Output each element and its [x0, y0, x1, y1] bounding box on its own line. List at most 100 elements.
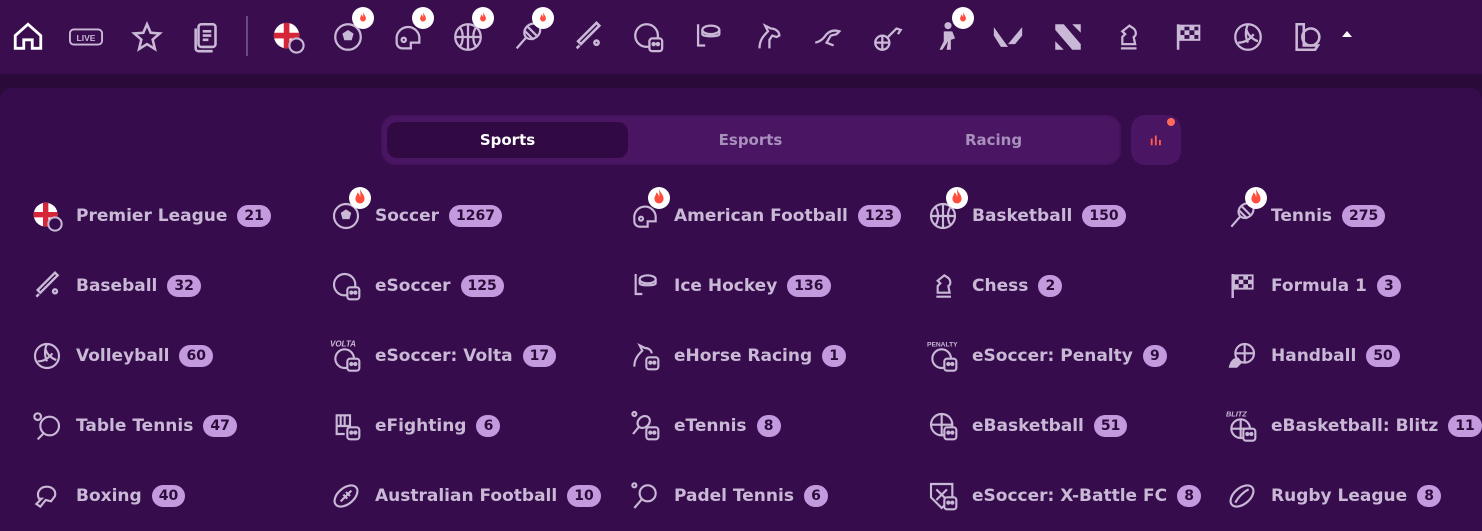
- ebasketball-blitz-icon: BLITZ: [1225, 409, 1259, 443]
- event-count-badge: 50: [1366, 345, 1400, 367]
- checkered-flag-icon: [1225, 269, 1259, 303]
- event-count-badge: 125: [460, 275, 504, 297]
- event-count-badge: 10: [567, 485, 601, 507]
- live-badge-text: LIVE: [77, 33, 96, 43]
- event-count-badge: 275: [1342, 205, 1386, 227]
- trotting-icon[interactable]: [868, 17, 908, 57]
- sport-label: Ice Hockey: [674, 276, 778, 296]
- volleyball-icon[interactable]: [1228, 17, 1268, 57]
- penalty-tag: PENALTY: [927, 342, 958, 349]
- chess-knight-icon[interactable]: [1108, 17, 1148, 57]
- collapse-caret-icon[interactable]: [1339, 26, 1355, 42]
- event-count-badge: 9: [1142, 345, 1167, 367]
- hot-flame-icon: [648, 187, 670, 209]
- sport-item-esoccer[interactable]: eSoccer 125: [329, 266, 629, 306]
- sport-item-table-tennis[interactable]: Table Tennis 47: [30, 406, 330, 446]
- sport-item-tennis[interactable]: Tennis 275: [1225, 187, 1482, 236]
- stats-button[interactable]: [1131, 115, 1181, 165]
- event-count-badge: 136: [787, 275, 831, 297]
- sport-item-handball[interactable]: Handball 50: [1225, 336, 1482, 376]
- valorant-icon[interactable]: [988, 17, 1028, 57]
- sport-item-australian-football[interactable]: Australian Football 10: [329, 476, 629, 516]
- sport-label: Chess: [972, 276, 1029, 296]
- australian-football-icon: [329, 479, 363, 513]
- event-count-badge: 40: [151, 485, 186, 507]
- tab-racing[interactable]: Racing: [873, 122, 1114, 158]
- blitz-tag: BLITZ: [1226, 410, 1247, 419]
- soccer-ball-icon[interactable]: [328, 7, 374, 57]
- esoccer-xbattle-icon: [926, 479, 960, 513]
- basketball-icon[interactable]: [448, 7, 494, 57]
- category-tabs: Sports Esports Racing: [381, 115, 1121, 165]
- tennis-racket-icon: [1225, 187, 1267, 233]
- hot-flame-icon: [349, 187, 371, 209]
- sport-item-ehorse-racing[interactable]: eHorse Racing 1: [628, 336, 928, 376]
- premier-league-flag-icon[interactable]: [268, 17, 308, 57]
- sport-label: Rugby League: [1271, 486, 1408, 506]
- hot-flame-icon: [532, 7, 554, 29]
- sport-label: Formula 1: [1271, 276, 1367, 296]
- baseball-bat-icon: [30, 269, 64, 303]
- sport-item-baseball[interactable]: Baseball 32: [30, 266, 330, 306]
- sport-label: eFighting: [375, 416, 467, 436]
- event-count-badge: 1: [822, 345, 847, 367]
- tennis-racket-icon[interactable]: [508, 7, 554, 57]
- home-icon[interactable]: [8, 17, 48, 57]
- sport-item-boxing[interactable]: Boxing 40: [30, 476, 330, 516]
- sport-label: Soccer: [375, 206, 439, 226]
- sport-item-rugby-league[interactable]: Rugby League 8: [1225, 476, 1482, 516]
- soccer-ball-icon: [329, 187, 371, 233]
- hot-flame-icon: [946, 187, 968, 209]
- sport-item-esoccer-volta[interactable]: VOLTA eSoccer: Volta 17: [329, 336, 629, 376]
- event-count-badge: 150: [1082, 205, 1126, 227]
- top-nav-shadow-strip: [0, 74, 1482, 88]
- sport-label: Boxing: [76, 486, 142, 506]
- sport-item-chess[interactable]: Chess 2: [926, 266, 1226, 306]
- event-count-badge: 3: [1376, 275, 1401, 297]
- hot-flame-icon: [1245, 187, 1267, 209]
- sport-item-padel-tennis[interactable]: Padel Tennis 6: [628, 476, 928, 516]
- sport-label: eSoccer: Penalty: [972, 346, 1133, 366]
- dota-icon[interactable]: [1048, 17, 1088, 57]
- sport-label: Baseball: [76, 276, 158, 296]
- baseball-bat-icon[interactable]: [568, 17, 608, 57]
- sport-item-etennis[interactable]: eTennis 8: [628, 406, 928, 446]
- hot-flame-icon: [352, 7, 374, 29]
- horse-racing-icon[interactable]: [748, 17, 788, 57]
- favorites-star-icon[interactable]: [127, 17, 167, 57]
- counter-strike-icon[interactable]: [928, 7, 974, 57]
- efighting-icon: [329, 409, 363, 443]
- ebasketball-icon: [926, 409, 960, 443]
- betslip-icon[interactable]: [187, 17, 227, 57]
- sport-item-ebasketball-blitz[interactable]: BLITZ eBasketball: Blitz 11: [1225, 406, 1482, 446]
- sport-item-formula-1[interactable]: Formula 1 3: [1225, 266, 1482, 306]
- sport-item-soccer[interactable]: Soccer 1267: [329, 187, 629, 236]
- handball-icon: [1225, 339, 1259, 373]
- sport-label: American Football: [674, 206, 848, 226]
- top-nav-divider: [246, 16, 248, 56]
- sport-item-ebasketball[interactable]: eBasketball 51: [926, 406, 1226, 446]
- sport-item-premier-league[interactable]: Premier League 21: [30, 196, 330, 236]
- checkered-flag-icon[interactable]: [1168, 17, 1208, 57]
- sport-item-esoccer-xbattle[interactable]: eSoccer: X-Battle FC 8: [926, 476, 1226, 516]
- sport-item-volleyball[interactable]: Volleyball 60: [30, 336, 330, 376]
- sport-label: eHorse Racing: [674, 346, 813, 366]
- sport-item-efighting[interactable]: eFighting 6: [329, 406, 629, 446]
- american-football-helmet-icon[interactable]: [388, 7, 434, 57]
- sport-item-esoccer-penalty[interactable]: PENALTY eSoccer: Penalty 9: [926, 336, 1226, 376]
- ehorse-racing-icon: [628, 339, 662, 373]
- tab-esports[interactable]: Esports: [630, 122, 871, 158]
- esoccer-icon[interactable]: [628, 17, 668, 57]
- live-icon[interactable]: LIVE: [66, 17, 106, 57]
- sport-label: eBasketball: Blitz: [1271, 416, 1439, 436]
- event-count-badge: 32: [167, 275, 201, 297]
- tab-sports[interactable]: Sports: [387, 122, 628, 158]
- greyhound-racing-icon[interactable]: [808, 17, 848, 57]
- sport-label: eBasketball: [972, 416, 1084, 436]
- ice-hockey-icon[interactable]: [688, 17, 728, 57]
- league-of-legends-icon[interactable]: [1288, 17, 1328, 57]
- sport-item-basketball[interactable]: Basketball 150: [926, 187, 1226, 236]
- sport-item-ice-hockey[interactable]: Ice Hockey 136: [628, 266, 928, 306]
- sport-item-american-football[interactable]: American Football 123: [628, 187, 928, 236]
- american-football-helmet-icon: [628, 187, 670, 233]
